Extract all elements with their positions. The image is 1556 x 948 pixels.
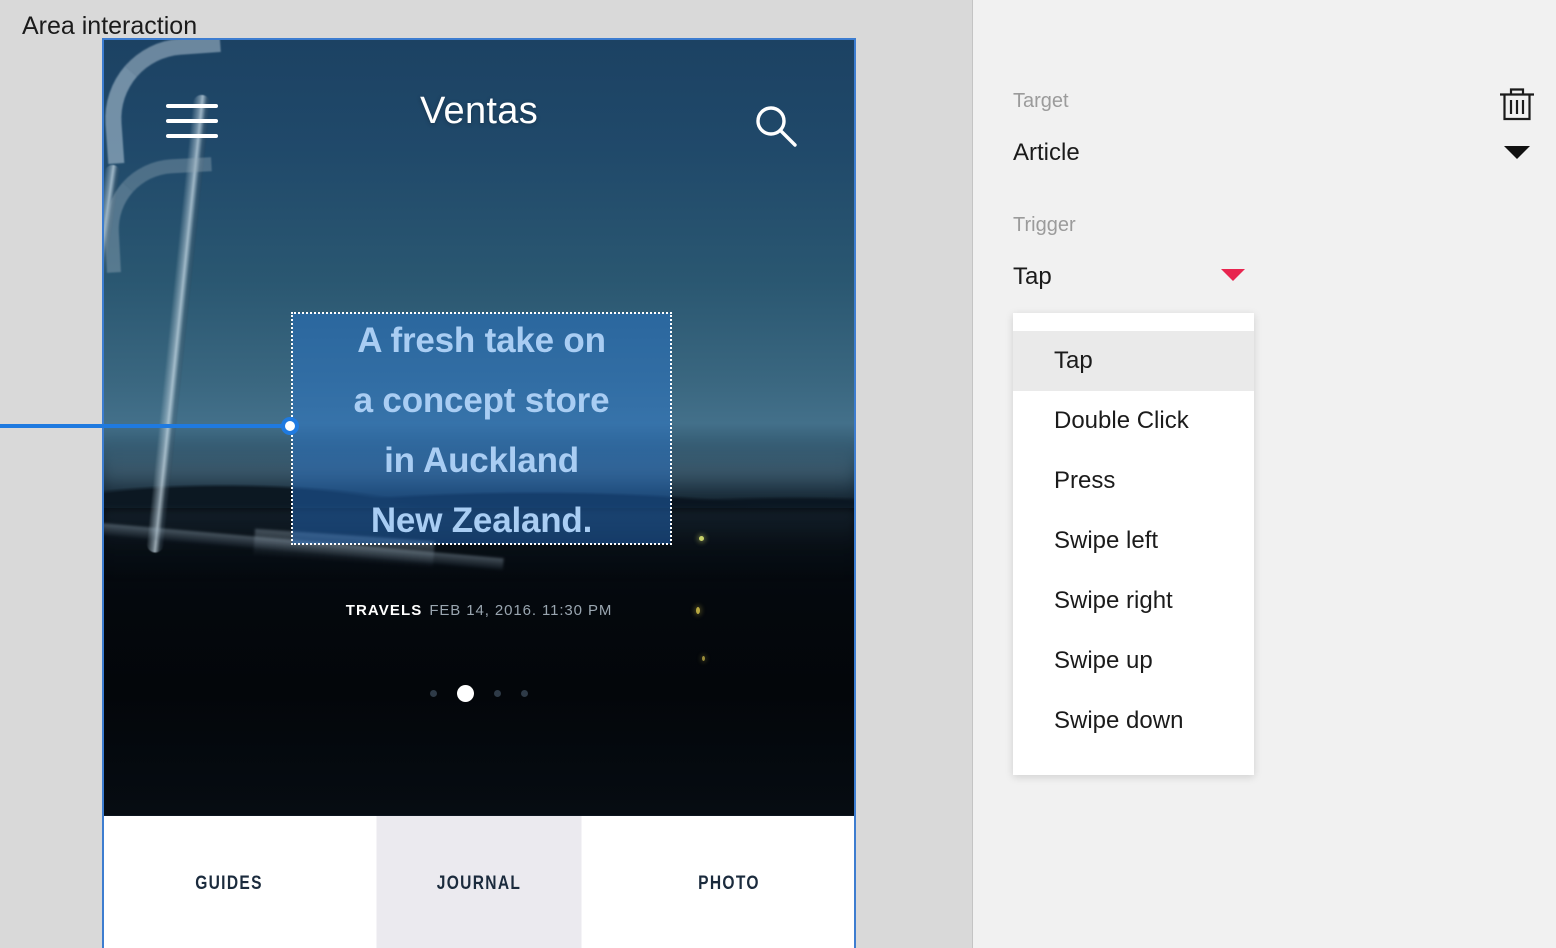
trigger-label: Trigger (1013, 214, 1076, 236)
trigger-dropdown-menu[interactable]: Tap Double Click Press Swipe left Swipe … (1013, 313, 1254, 775)
panel-title: Area interaction (22, 12, 198, 40)
search-icon[interactable] (752, 102, 800, 150)
tab-photo[interactable]: PHOTO (627, 816, 832, 948)
dropdown-item-double-click[interactable]: Double Click (1013, 391, 1254, 451)
trigger-select-value[interactable]: Tap (1013, 263, 1052, 291)
selected-text-area[interactable]: A fresh take on a concept store in Auckl… (291, 312, 672, 545)
preview-app-title: Ventas (419, 90, 538, 132)
dropdown-item-tap[interactable]: Tap (1013, 331, 1254, 391)
tab-guides[interactable]: GUIDES (127, 816, 332, 948)
target-select-value[interactable]: Article (1013, 139, 1080, 167)
trash-icon[interactable] (1498, 84, 1536, 124)
dropdown-item-swipe-down[interactable]: Swipe down (1013, 691, 1254, 751)
article-date: FEB 14, 2016. 11:30 PM (429, 602, 613, 619)
carousel-dot[interactable] (430, 690, 437, 697)
carousel-dot[interactable] (494, 690, 501, 697)
dropdown-item-swipe-right[interactable]: Swipe right (1013, 571, 1254, 631)
tab-journal[interactable]: JOURNAL (376, 816, 582, 948)
carousel-dot-active[interactable] (457, 685, 474, 702)
preview-tab-bar: GUIDES JOURNAL PHOTO (104, 816, 854, 948)
hamburger-bar (166, 134, 218, 138)
device-preview-frame[interactable]: Ventas A fresh take on a concept store i… (102, 38, 856, 948)
dropdown-item-swipe-left[interactable]: Swipe left (1013, 511, 1254, 571)
target-label: Target (1013, 90, 1069, 112)
article-meta: TRAVELS FEB 14, 2016. 11:30 PM (104, 602, 854, 620)
interaction-connector-handle[interactable] (281, 417, 299, 435)
distant-light (702, 656, 705, 661)
chevron-down-icon[interactable] (1221, 269, 1245, 281)
preview-header: Ventas (104, 40, 854, 210)
carousel-dot[interactable] (521, 690, 528, 697)
distant-light (699, 536, 704, 541)
dropdown-item-press[interactable]: Press (1013, 451, 1254, 511)
design-canvas[interactable]: Ventas A fresh take on a concept store i… (0, 0, 973, 948)
chevron-down-icon[interactable] (1504, 146, 1530, 159)
article-category: TRAVELS (345, 602, 423, 619)
interaction-connector-line (0, 424, 291, 428)
headline-text: A fresh take on a concept store in Auckl… (353, 321, 610, 540)
carousel-dots[interactable] (104, 685, 854, 702)
dropdown-item-swipe-up[interactable]: Swipe up (1013, 631, 1254, 691)
app-root: Ventas A fresh take on a concept store i… (0, 0, 1556, 948)
